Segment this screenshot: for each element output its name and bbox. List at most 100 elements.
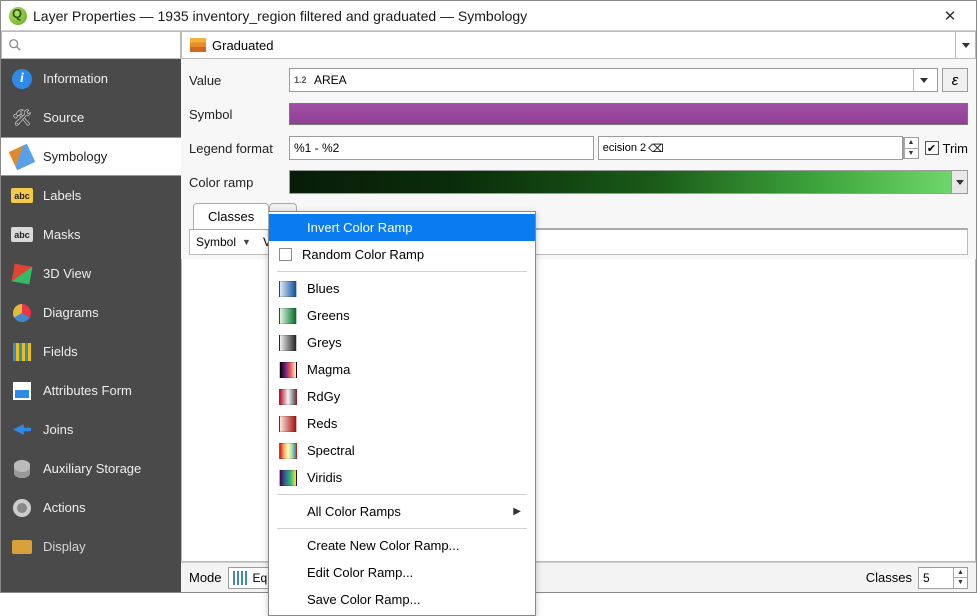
menu-item-create-new-color-ramp[interactable]: Create New Color Ramp... [269,532,535,559]
colorramp-context-menu[interactable]: Invert Color Ramp Random Color Ramp Blues G… [268,211,536,616]
sidebar-item-auxiliary-storage[interactable]: Auxiliary Storage [1,449,181,488]
spin-up-icon[interactable]: ▲ [904,138,918,149]
menu-item-label: Edit Color Ramp... [307,565,413,580]
spin-up-icon[interactable]: ▲ [953,568,967,579]
piechart-icon [11,302,33,324]
ramp-swatch-icon [279,389,297,405]
titlebar: Layer Properties — 1935 inventory_region… [1,1,976,31]
tab-label: Classes [208,209,254,224]
value-label: Value [189,73,289,88]
renderer-combo[interactable]: Graduated [181,31,976,59]
symbol-swatch-button[interactable] [289,103,968,125]
value-field-dropdown-button[interactable] [913,69,933,91]
menu-item-invert-color-ramp[interactable]: Invert Color Ramp [269,214,535,241]
classes-label: Classes [866,570,912,585]
renderer-dropdown-button[interactable] [955,32,975,58]
sidebar-item-fields[interactable]: Fields [1,332,181,371]
menu-item-label: RdGy [307,389,340,404]
menu-separator [277,271,527,272]
tab-classes[interactable]: Classes [193,203,269,229]
menu-item-label: Magma [307,362,350,377]
column-symbol[interactable]: Symbol [196,235,236,249]
sidebar-search-input[interactable] [1,31,181,59]
sidebar-item-information[interactable]: i Information [1,59,181,98]
field-type-hint: 1.2 [294,75,314,85]
menu-item-rdgy[interactable]: RdGy [269,383,535,410]
trim-checkbox[interactable]: ✔ [925,141,939,155]
symbol-label: Symbol [189,107,289,122]
colorramp-row: Color ramp [189,167,968,197]
classes-spinbox[interactable]: 5 ▲▼ [918,567,968,589]
ramp-swatch-icon [279,308,297,324]
menu-item-blues[interactable]: Blues [269,275,535,302]
sidebar-item-actions[interactable]: Actions [1,488,181,527]
ramp-swatch-icon [279,281,297,297]
symbol-row: Symbol [189,99,968,129]
spin-down-icon[interactable]: ▼ [904,149,918,159]
menu-item-magma[interactable]: Magma [269,356,535,383]
ramp-swatch-icon [279,443,297,459]
menu-item-save-color-ramp[interactable]: Save Color Ramp... [269,586,535,613]
colorramp-swatch [290,171,951,193]
menu-item-spacer [279,565,297,581]
sidebar-item-joins[interactable]: Joins [1,410,181,449]
sidebar-item-label: Symbology [43,149,107,164]
expression-builder-button[interactable]: ε [942,68,968,92]
menu-item-label: Greys [307,335,342,350]
sidebar-item-label: Display [43,539,86,554]
menu-separator [277,528,527,529]
legend-format-label: Legend format [189,141,289,156]
sidebar-item-label: Information [43,71,108,86]
precision-text: ecision 2 [603,142,646,154]
sidebar-item-3dview[interactable]: 3D View [1,254,181,293]
precision-spin-buttons[interactable]: ▲▼ [903,137,919,159]
precision-spinbox[interactable]: ecision 2 ⌫ [598,136,903,160]
mode-icon [233,571,249,585]
menu-item-reds[interactable]: Reds [269,410,535,437]
sidebar-item-diagrams[interactable]: Diagrams [1,293,181,332]
menu-item-edit-color-ramp[interactable]: Edit Color Ramp... [269,559,535,586]
menu-item-label: Random Color Ramp [302,247,424,262]
masks-icon: abc [11,224,33,246]
colorramp-button[interactable] [289,170,968,194]
legend-format-input[interactable]: %1 - %2 [289,136,594,160]
menu-item-all-color-ramps[interactable]: All Color Ramps▶ [269,498,535,525]
colorramp-label: Color ramp [189,175,289,190]
value-field-combo[interactable]: 1.2 AREA [289,68,938,92]
renderer-label: Graduated [212,38,273,53]
menu-item-spacer [279,592,297,608]
menu-item-spectral[interactable]: Spectral [269,437,535,464]
menu-item-spacer [279,220,297,236]
sidebar-item-display[interactable]: Display [1,527,181,566]
clear-icon[interactable]: ⌫ [648,142,664,155]
spin-down-icon[interactable]: ▼ [953,578,967,588]
fields-icon [11,341,33,363]
sidebar-item-label: Auxiliary Storage [43,461,141,476]
colorramp-dropdown-button[interactable] [951,171,967,193]
submenu-arrow-icon: ▶ [513,506,521,517]
mode-label: Mode [189,570,222,585]
menu-item-random-color-ramp[interactable]: Random Color Ramp [269,241,535,268]
menu-item-viridis[interactable]: Viridis [269,464,535,491]
sidebar-item-masks[interactable]: abc Masks [1,215,181,254]
menu-item-label: Greens [307,308,350,323]
menu-item-label: Reds [307,416,337,431]
sidebar-item-label: Attributes Form [43,383,132,398]
sidebar-item-symbology[interactable]: Symbology [1,137,181,176]
menu-item-greens[interactable]: Greens [269,302,535,329]
sidebar-item-labels[interactable]: abc Labels [1,176,181,215]
menu-separator [277,494,527,495]
menu-item-label: Blues [307,281,340,296]
sidebar-item-attributes-form[interactable]: Attributes Form [1,371,181,410]
sidebar-item-source[interactable]: 🛠 Source [1,98,181,137]
legend-format-text: %1 - %2 [294,141,339,155]
search-icon [8,38,22,52]
window-close-button[interactable]: ✕ [932,7,968,25]
menu-item-greys[interactable]: Greys [269,329,535,356]
menu-item-spacer [279,504,297,520]
sort-indicator-icon[interactable]: ▼ [242,237,251,247]
chevron-down-icon [962,43,970,48]
graduated-icon [190,38,206,52]
gear-icon [11,497,33,519]
info-icon: i [11,68,33,90]
